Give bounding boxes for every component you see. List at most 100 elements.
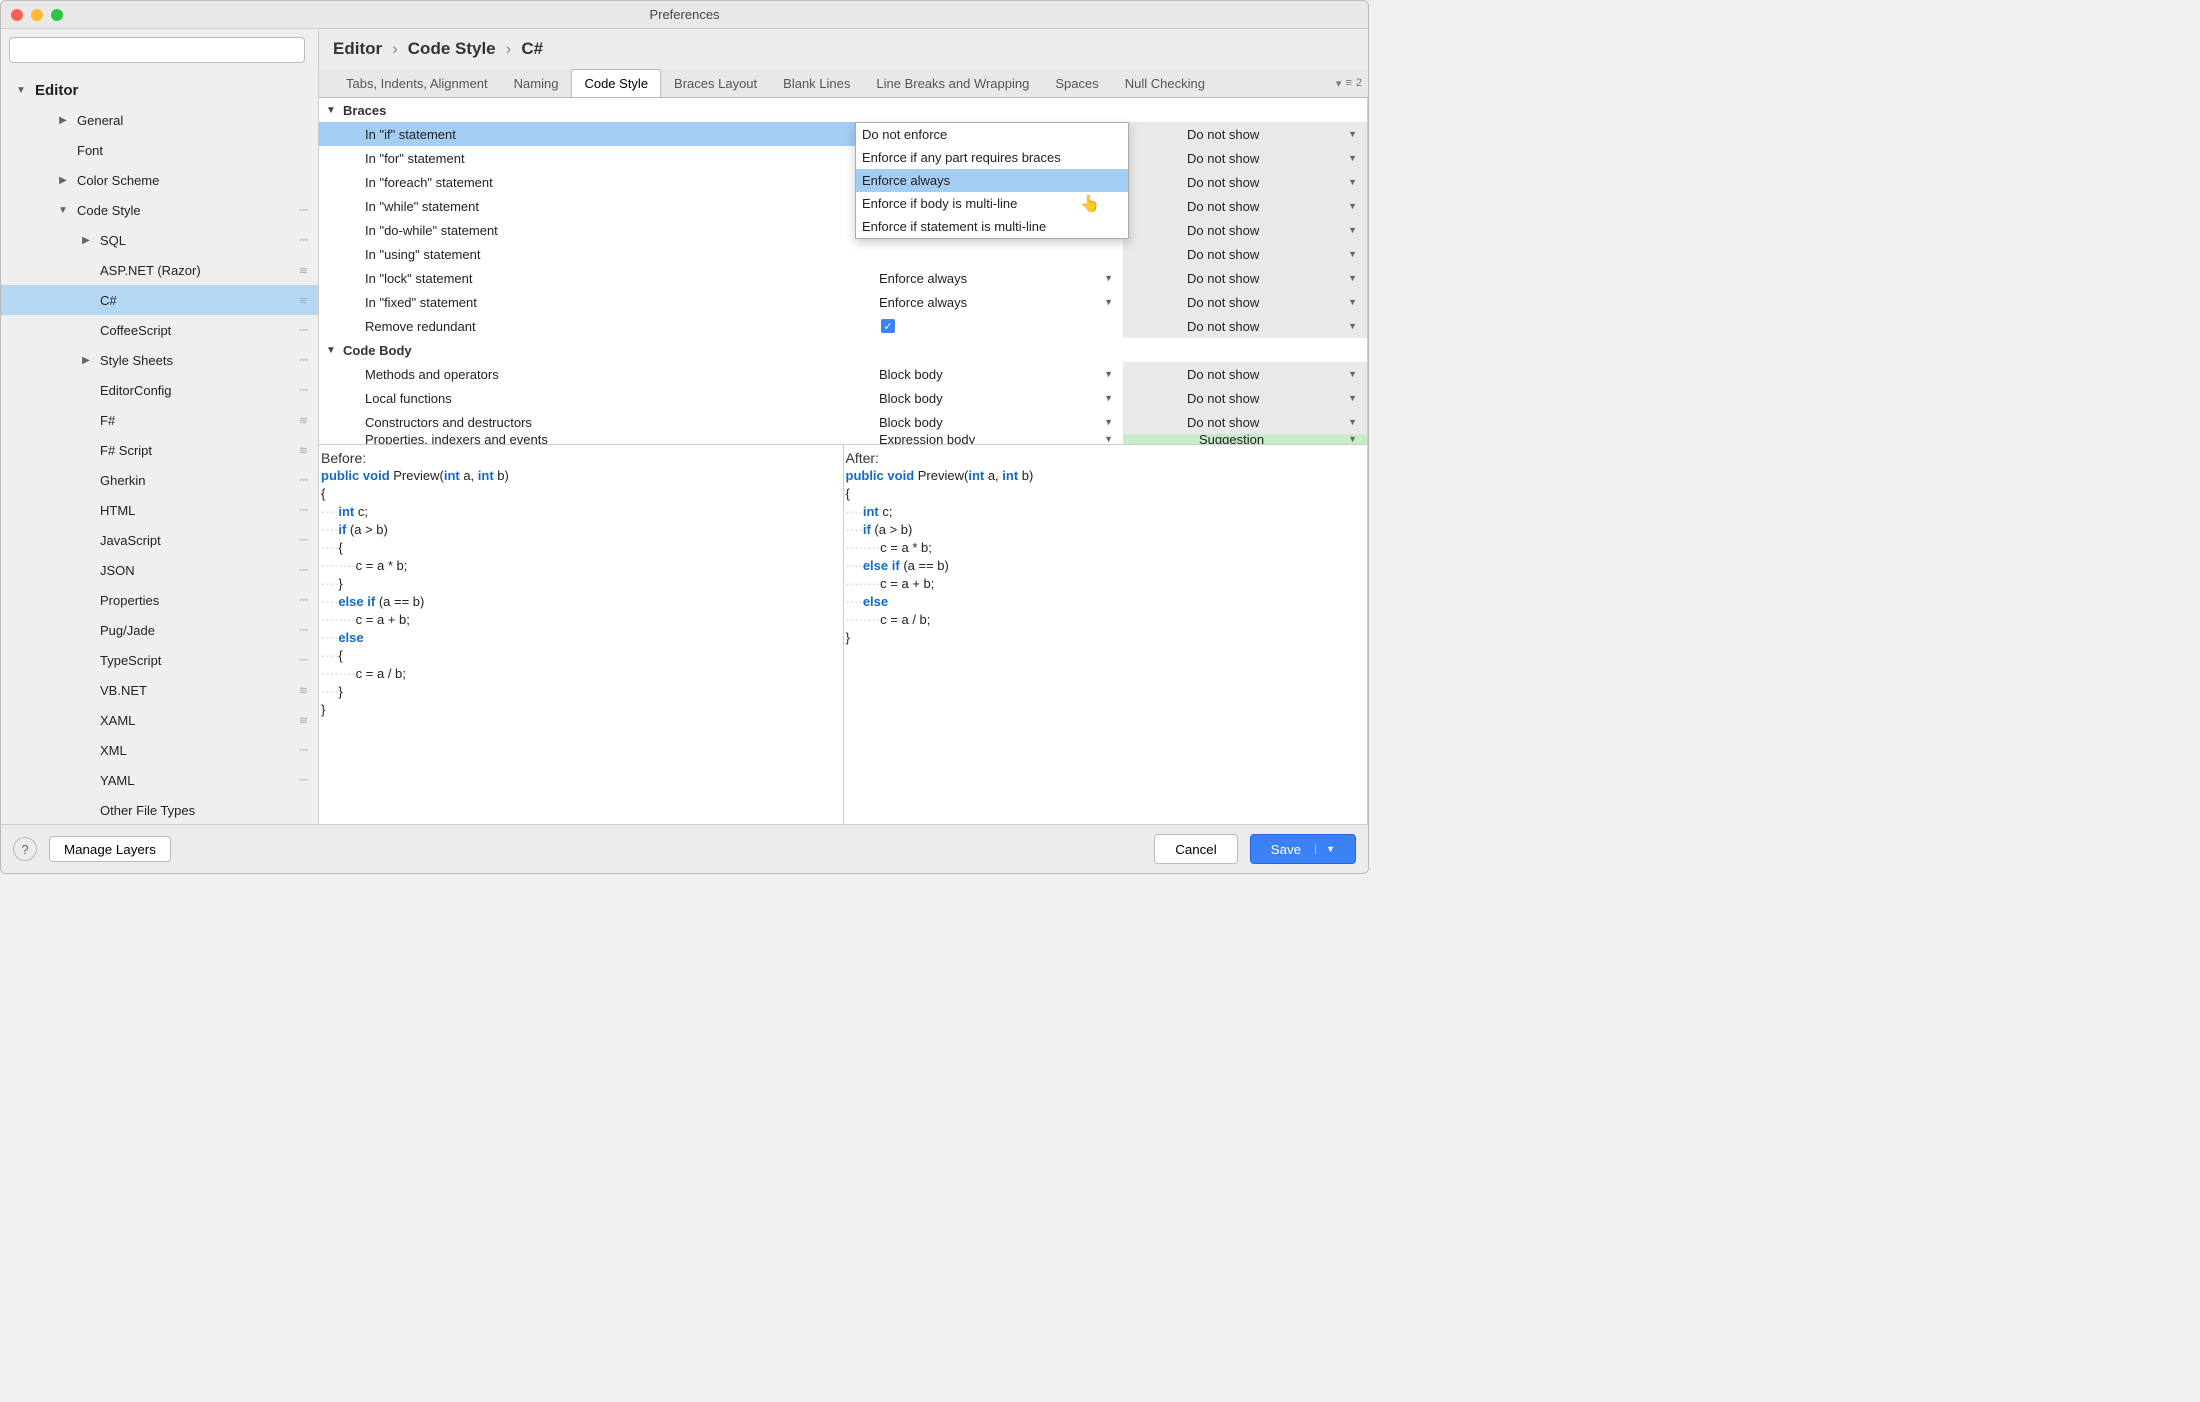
tab-blank-lines[interactable]: Blank Lines — [770, 69, 863, 97]
sidebar-item-json[interactable]: JSON⎓ — [1, 555, 318, 585]
layer-icon: ⎓ — [299, 474, 308, 487]
setting-row[interactable]: In "for" statementDo not show▼ — [319, 146, 1367, 170]
sidebar-item-yaml[interactable]: YAML⎓ — [1, 765, 318, 795]
sidebar-item-color-scheme[interactable]: ▶Color Scheme — [1, 165, 318, 195]
dropdown-option[interactable]: Enforce always — [856, 169, 1128, 192]
chevron-down-icon: ▼ — [57, 205, 69, 216]
setting-row[interactable]: In "if" statementEnforce if any part req… — [319, 122, 1367, 146]
breadcrumb-segment[interactable]: Editor — [333, 39, 382, 59]
setting-value-combo[interactable]: Expression body▼ — [879, 434, 1123, 444]
save-button[interactable]: Save ▼ — [1250, 834, 1356, 864]
dropdown-option[interactable]: Enforce if any part requires braces — [856, 146, 1128, 169]
layer-icon: ≋ — [299, 414, 308, 427]
tab-tabs-indents-alignment[interactable]: Tabs, Indents, Alignment — [333, 69, 501, 97]
severity-combo[interactable]: Do not show▼ — [1123, 146, 1367, 170]
sidebar-item-pug-jade[interactable]: Pug/Jade⎓ — [1, 615, 318, 645]
layer-icon: ⎓ — [299, 324, 308, 337]
setting-value-combo[interactable]: ✓ — [879, 319, 1123, 333]
severity-combo[interactable]: Do not show▼ — [1123, 122, 1367, 146]
tab-null-checking[interactable]: Null Checking — [1112, 69, 1218, 97]
setting-value-combo[interactable]: Enforce always▼ — [879, 295, 1123, 310]
sidebar-item-properties[interactable]: Properties⎓ — [1, 585, 318, 615]
setting-row[interactable]: Properties, indexers and eventsExpressio… — [319, 434, 1367, 444]
cursor-icon: 👆 — [1080, 194, 1100, 214]
severity-combo[interactable]: Do not show▼ — [1123, 218, 1367, 242]
sidebar-item-c-[interactable]: C#≋ — [1, 285, 318, 315]
setting-row[interactable]: Remove redundant✓Do not show▼ — [319, 314, 1367, 338]
settings-tree[interactable]: ▼Editor▶GeneralFont▶Color Scheme▼Code St… — [1, 71, 318, 824]
manage-layers-button[interactable]: Manage Layers — [49, 836, 171, 862]
severity-combo[interactable]: Do not show▼ — [1123, 194, 1367, 218]
code-line: ····} — [321, 683, 843, 701]
chevron-down-icon: ▼ — [323, 105, 339, 116]
sidebar-item-html[interactable]: HTML⎓ — [1, 495, 318, 525]
code-line: ········c = a * b; — [846, 539, 1368, 557]
severity-combo[interactable]: Do not show▼ — [1123, 314, 1367, 338]
sidebar-item-style-sheets[interactable]: ▶Style Sheets⎓ — [1, 345, 318, 375]
sidebar-item-f-[interactable]: F#≋ — [1, 405, 318, 435]
breadcrumb-segment[interactable]: Code Style — [408, 39, 496, 59]
severity-combo[interactable]: Do not show▼ — [1123, 266, 1367, 290]
setting-row[interactable]: In "fixed" statementEnforce always▼Do no… — [319, 290, 1367, 314]
setting-row[interactable]: In "do-while" statementDo not show▼ — [319, 218, 1367, 242]
section-header-code-body[interactable]: ▼Code Body — [319, 338, 1367, 362]
tab-line-breaks-and-wrapping[interactable]: Line Breaks and Wrapping — [863, 69, 1042, 97]
settings-grid[interactable]: ▼BracesIn "if" statementEnforce if any p… — [319, 98, 1367, 444]
sidebar-item-other-file-types[interactable]: Other File Types — [1, 795, 318, 824]
setting-row[interactable]: Constructors and destructorsBlock body▼D… — [319, 410, 1367, 434]
severity-combo[interactable]: Suggestion▼ — [1123, 434, 1367, 444]
sidebar-item-editorconfig[interactable]: EditorConfig⎓ — [1, 375, 318, 405]
tabstrip-overflow[interactable]: ▾ ≡ 2 — [1336, 77, 1362, 90]
sidebar-item-label: EditorConfig — [100, 383, 172, 398]
setting-row[interactable]: In "lock" statementEnforce always▼Do not… — [319, 266, 1367, 290]
severity-combo[interactable]: Do not show▼ — [1123, 386, 1367, 410]
dropdown-popup[interactable]: Do not enforceEnforce if any part requir… — [855, 122, 1129, 239]
tab-braces-layout[interactable]: Braces Layout — [661, 69, 770, 97]
sidebar-item-code-style[interactable]: ▼Code Style⎓ — [1, 195, 318, 225]
severity-combo[interactable]: Do not show▼ — [1123, 170, 1367, 194]
sidebar-item-f-script[interactable]: F# Script≋ — [1, 435, 318, 465]
sidebar-item-sql[interactable]: ▶SQL⎓ — [1, 225, 318, 255]
tab-code-style[interactable]: Code Style — [571, 69, 661, 97]
section-header-braces[interactable]: ▼Braces — [319, 98, 1367, 122]
setting-value-combo[interactable]: Block body▼ — [879, 415, 1123, 430]
setting-row[interactable]: In "foreach" statementDo not show▼ — [319, 170, 1367, 194]
chevron-down-icon[interactable]: ▼ — [1315, 844, 1335, 854]
cancel-button[interactable]: Cancel — [1154, 834, 1238, 864]
search-input[interactable] — [9, 37, 305, 63]
setting-row[interactable]: Methods and operatorsBlock body▼Do not s… — [319, 362, 1367, 386]
combo-value: Block body — [879, 367, 943, 382]
sidebar-item-label: Gherkin — [100, 473, 146, 488]
severity-combo[interactable]: Do not show▼ — [1123, 362, 1367, 386]
setting-value-combo[interactable]: Block body▼ — [879, 367, 1123, 382]
sidebar-item-xml[interactable]: XML⎓ — [1, 735, 318, 765]
severity-combo[interactable]: Do not show▼ — [1123, 410, 1367, 434]
sidebar-item-font[interactable]: Font — [1, 135, 318, 165]
severity-combo[interactable]: Do not show▼ — [1123, 242, 1367, 266]
sidebar-item-gherkin[interactable]: Gherkin ⎓ — [1, 465, 318, 495]
setting-row[interactable]: In "while" statementDo not show▼ — [319, 194, 1367, 218]
help-button[interactable]: ? — [13, 837, 37, 861]
setting-row[interactable]: Local functionsBlock body▼Do not show▼ — [319, 386, 1367, 410]
sidebar-item-vb-net[interactable]: VB.NET≋ — [1, 675, 318, 705]
setting-value-combo[interactable]: Block body▼ — [879, 391, 1123, 406]
code-line: ····int c; — [846, 503, 1368, 521]
severity-combo[interactable]: Do not show▼ — [1123, 290, 1367, 314]
severity-value: Do not show — [1187, 151, 1259, 166]
setting-row[interactable]: In "using" statementDo not show▼ — [319, 242, 1367, 266]
sidebar-item-typescript[interactable]: TypeScript⎓ — [1, 645, 318, 675]
sidebar-item-coffeescript[interactable]: CoffeeScript⎓ — [1, 315, 318, 345]
tab-spaces[interactable]: Spaces — [1042, 69, 1111, 97]
dropdown-option[interactable]: Do not enforce — [856, 123, 1128, 146]
sidebar-item-general[interactable]: ▶General — [1, 105, 318, 135]
sidebar-item-editor[interactable]: ▼Editor — [1, 75, 318, 105]
dropdown-option[interactable]: Enforce if statement is multi-line — [856, 215, 1128, 238]
chevron-down-icon: ▼ — [1104, 273, 1113, 283]
sidebar-item-asp-net-razor-[interactable]: ASP.NET (Razor)≋ — [1, 255, 318, 285]
checkbox-icon[interactable]: ✓ — [881, 319, 895, 333]
sidebar-item-javascript[interactable]: JavaScript⎓ — [1, 525, 318, 555]
setting-value-combo[interactable]: Enforce always▼ — [879, 271, 1123, 286]
code-line: { — [846, 485, 1368, 503]
sidebar-item-xaml[interactable]: XAML≋ — [1, 705, 318, 735]
tab-naming[interactable]: Naming — [501, 69, 572, 97]
